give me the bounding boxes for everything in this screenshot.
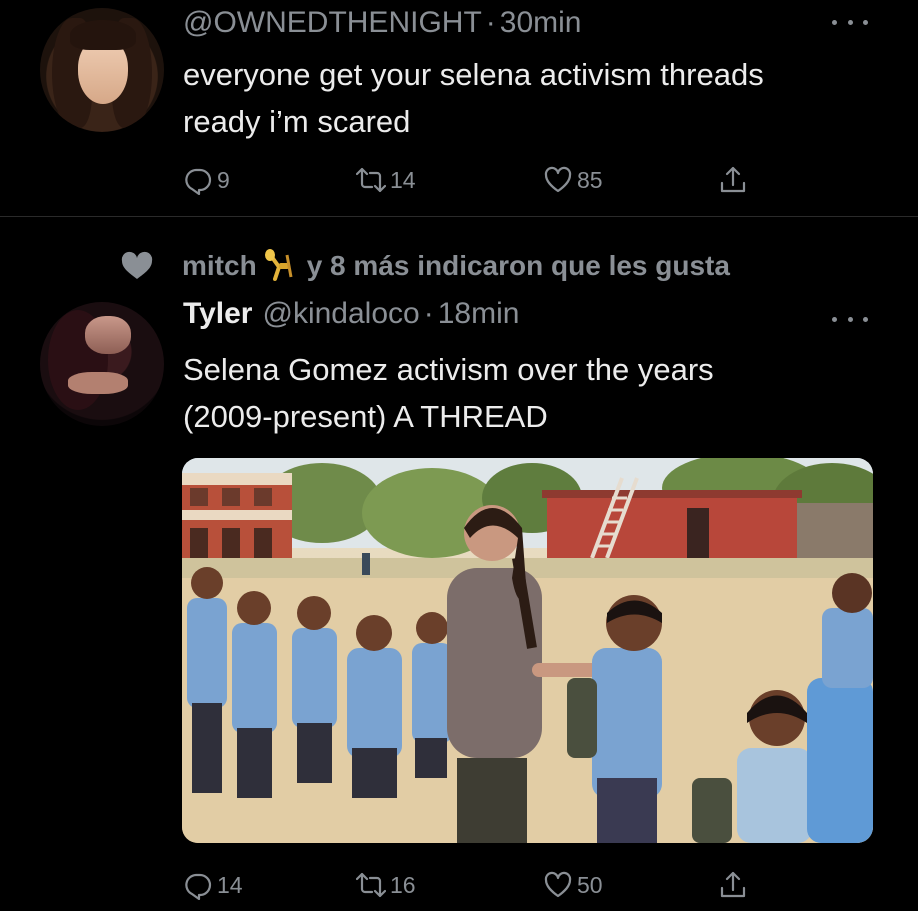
share-button[interactable] xyxy=(718,865,748,905)
timestamp[interactable]: 18min xyxy=(438,297,520,330)
reply-icon xyxy=(185,873,212,900)
tweet-text-line: (2009-present) A THREAD xyxy=(183,399,548,434)
tweet-text: everyone get your selena activism thread… xyxy=(183,51,764,145)
like-button[interactable]: 85 xyxy=(543,160,603,200)
avatar[interactable] xyxy=(40,8,164,132)
action-bar: 14 16 50 xyxy=(183,865,783,905)
heart-icon xyxy=(544,166,572,193)
heart-icon xyxy=(121,251,153,279)
action-bar: 9 14 85 xyxy=(183,160,783,200)
reply-button[interactable]: 14 xyxy=(183,865,243,905)
trumpet-emoji-icon xyxy=(264,249,293,281)
timeline: @OWNEDTHENIGHT · 30min everyone get your s… xyxy=(0,0,918,911)
heart-icon xyxy=(544,871,572,898)
tweet-text: Selena Gomez activism over the years (20… xyxy=(183,346,714,440)
reply-count: 14 xyxy=(217,871,243,898)
social-context[interactable]: mitch y 8 más indicaron que les gusta xyxy=(120,249,730,283)
tweet[interactable]: @OWNEDTHENIGHT · 30min everyone get your s… xyxy=(0,0,918,216)
retweet-button[interactable]: 16 xyxy=(356,865,416,905)
tweet[interactable]: mitch y 8 más indicaron que les gusta Ty… xyxy=(0,217,918,911)
tweet-text-line: everyone get your selena activism thread… xyxy=(183,57,764,92)
context-text: y 8 más indicaron que les gusta xyxy=(306,250,730,281)
separator: · xyxy=(485,6,496,39)
share-icon xyxy=(720,166,746,193)
user-handle[interactable]: @OWNEDTHENIGHT xyxy=(183,6,482,39)
like-count: 85 xyxy=(577,166,603,193)
tweet-photo[interactable] xyxy=(182,458,873,843)
tweet-text-line: ready i’m scared xyxy=(183,104,411,139)
separator: · xyxy=(423,297,434,330)
photo-illustration xyxy=(182,458,873,843)
tweet-header: Tyler @kindaloco · 18min xyxy=(183,297,519,331)
retweet-icon xyxy=(356,167,386,193)
tweet-text-line: Selena Gomez activism over the years xyxy=(183,352,714,387)
display-name[interactable]: Tyler xyxy=(183,297,252,330)
share-icon xyxy=(720,871,746,898)
retweet-icon xyxy=(356,872,386,898)
retweet-count: 14 xyxy=(390,166,416,193)
reply-icon xyxy=(185,168,212,195)
tweet-header: @OWNEDTHENIGHT · 30min xyxy=(183,6,582,40)
retweet-button[interactable]: 14 xyxy=(356,160,416,200)
more-icon[interactable] xyxy=(832,314,868,324)
retweet-count: 16 xyxy=(390,871,416,898)
timestamp[interactable]: 30min xyxy=(500,6,582,39)
like-count: 50 xyxy=(577,871,603,898)
user-handle[interactable]: @kindaloco xyxy=(262,297,419,330)
more-icon[interactable] xyxy=(832,17,868,27)
reply-count: 9 xyxy=(217,166,230,193)
context-user[interactable]: mitch xyxy=(182,250,257,282)
avatar[interactable] xyxy=(40,302,164,426)
share-button[interactable] xyxy=(718,160,748,200)
like-button[interactable]: 50 xyxy=(543,865,603,905)
reply-button[interactable]: 9 xyxy=(183,160,230,200)
